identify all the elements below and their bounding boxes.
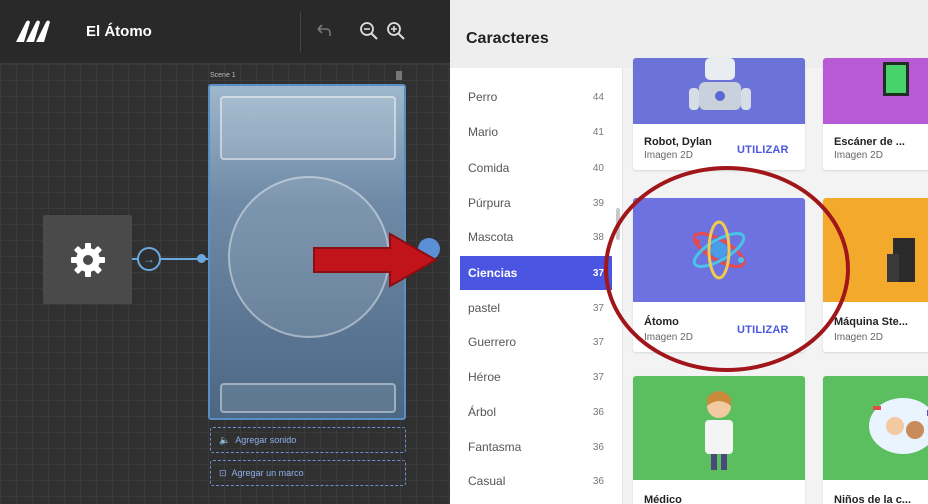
category-item[interactable]: Comida 40 bbox=[460, 151, 612, 185]
category-item[interactable]: pastel 37 bbox=[460, 291, 612, 325]
project-title[interactable]: El Átomo bbox=[86, 23, 152, 40]
category-item[interactable]: Héroe 37 bbox=[460, 360, 612, 394]
scanner-thumbnail bbox=[823, 58, 928, 124]
zoom-in-icon[interactable] bbox=[383, 18, 409, 44]
card-name: Niños de la c... bbox=[834, 494, 912, 504]
toolbar-divider bbox=[300, 12, 301, 52]
editor-toolbar: El Átomo bbox=[0, 0, 452, 64]
character-card[interactable]: Escáner de ... Imagen 2D bbox=[823, 58, 928, 170]
add-sound-label: Agregar sonido bbox=[235, 435, 297, 445]
category-item[interactable]: Casual 36 bbox=[460, 464, 612, 498]
frame-icon: ⊡ bbox=[219, 467, 227, 478]
category-item[interactable]: Perro 44 bbox=[460, 80, 612, 114]
category-item-active[interactable]: Ciencias 37 bbox=[460, 256, 612, 290]
character-card[interactable]: Niños de la c... bbox=[823, 376, 928, 504]
kids-thumbnail bbox=[823, 376, 928, 480]
character-card[interactable]: Médico bbox=[633, 376, 805, 504]
use-button[interactable]: UTILIZAR bbox=[737, 144, 789, 156]
category-item[interactable]: Mascota 38 bbox=[460, 220, 612, 254]
text-placeholder[interactable] bbox=[220, 383, 396, 413]
speech-bubble-placeholder[interactable] bbox=[220, 96, 396, 160]
gear-icon bbox=[70, 242, 105, 277]
connector-dot[interactable] bbox=[197, 254, 206, 263]
modal-title: Caracteres bbox=[466, 30, 549, 47]
card-type: Imagen 2D bbox=[834, 332, 883, 343]
app-logo[interactable] bbox=[14, 18, 54, 44]
settings-node[interactable] bbox=[43, 215, 132, 304]
arrow-right-icon[interactable]: → bbox=[137, 247, 161, 271]
doctor-thumbnail bbox=[633, 376, 805, 480]
add-frame-button[interactable]: ⊡ Agregar un marco bbox=[210, 460, 406, 486]
card-type: Imagen 2D bbox=[644, 150, 693, 161]
red-arrow-icon bbox=[313, 232, 439, 288]
highlight-circle bbox=[604, 166, 850, 372]
card-name: Médico bbox=[644, 494, 682, 504]
speaker-icon: 🔈 bbox=[219, 434, 231, 445]
category-item[interactable]: Guerrero 37 bbox=[460, 325, 612, 359]
add-sound-button[interactable]: 🔈 Agregar sonido bbox=[210, 427, 406, 453]
card-name: Escáner de ... bbox=[834, 136, 905, 148]
category-list: Perro 44 Mario 41 Comida 40 Púrpura 39 Masco… bbox=[450, 68, 622, 504]
card-name: Máquina Ste... bbox=[834, 316, 908, 328]
category-item[interactable]: Árbol 36 bbox=[460, 395, 612, 429]
category-item[interactable]: Púrpura 39 bbox=[460, 186, 612, 220]
scene-label: Scene 1 bbox=[210, 72, 236, 79]
add-frame-label: Agregar un marco bbox=[231, 468, 304, 478]
robot-thumbnail bbox=[633, 58, 805, 124]
category-item[interactable]: Fantasma 36 bbox=[460, 430, 612, 464]
character-card[interactable]: Robot, Dylan Imagen 2D UTILIZAR bbox=[633, 58, 805, 170]
zoom-out-icon[interactable] bbox=[356, 18, 382, 44]
category-item[interactable]: Mario 41 bbox=[460, 115, 612, 149]
undo-icon[interactable] bbox=[310, 18, 336, 44]
card-type: Imagen 2D bbox=[834, 150, 883, 161]
scene-menu-handle[interactable] bbox=[396, 71, 402, 80]
card-name: Robot, Dylan bbox=[644, 136, 712, 148]
